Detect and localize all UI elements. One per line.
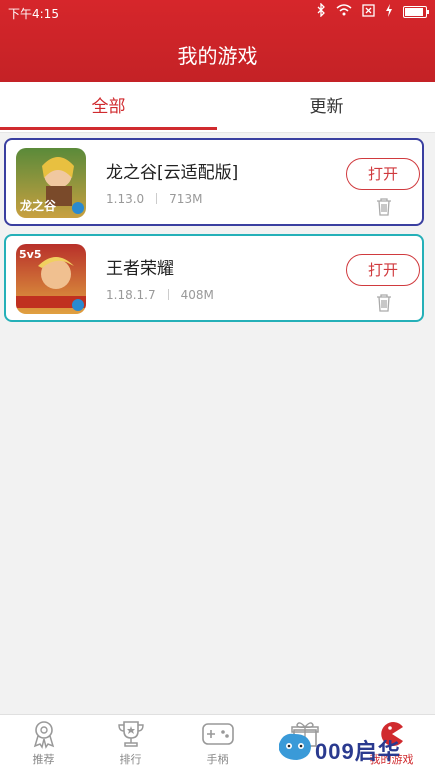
medal-icon [33,721,54,749]
honor-of-kings-game-icon[interactable]: 5v5 [16,244,86,314]
meta-divider [167,289,169,300]
charging-icon [385,3,393,21]
game-name: 王者荣耀 [106,259,174,279]
nav-gamepad[interactable]: 手柄 [174,719,261,774]
app-header: 下午4:15 我的游戏 [0,0,435,82]
watermark-emblem [279,733,311,760]
status-bar: 下午4:15 [0,0,435,24]
open-button[interactable]: 打开 [346,254,420,286]
battery-level [405,8,423,16]
game-version: 1.13.0 [106,192,145,206]
gamepad-icon [201,723,234,745]
active-tab-indicator [0,127,217,130]
nav-label: 排行 [119,753,142,766]
tab-bar: 全部 更新 [0,82,435,133]
trophy-icon [117,721,144,747]
dragon-nest-game-icon[interactable]: 龙之谷 [16,148,86,218]
nav-label: 手柄 [206,753,229,766]
game-meta: 1.13.0 713M [106,192,202,206]
game-card[interactable]: 龙之谷 龙之谷[云适配版] 1.13.0 713M 打开 [4,138,424,226]
bluetooth-icon [316,2,326,21]
tab-all[interactable]: 全部 [0,82,217,132]
nav-recommend[interactable]: 推荐 [0,719,87,774]
no-sim-icon [362,3,375,21]
svg-text:5v5: 5v5 [19,248,41,261]
trash-icon[interactable] [376,198,392,216]
tab-updates[interactable]: 更新 [218,82,435,132]
wifi-icon [336,4,352,20]
battery-icon [403,6,429,18]
game-size: 713M [169,192,203,206]
status-time: 下午4:15 [8,7,59,21]
game-version: 1.18.1.7 [106,288,156,302]
nav-ranking[interactable]: 排行 [87,719,174,774]
game-card[interactable]: 5v5 王者荣耀 1.18.1.7 408M 打开 [4,234,424,322]
watermark-logo: 009启华 [275,728,435,773]
game-size: 408M [180,288,214,302]
trash-icon[interactable] [376,294,392,312]
status-icons [316,2,429,21]
watermark-text: 009启华 [315,739,401,764]
page-title: 我的游戏 [177,44,258,68]
meta-divider [156,193,158,204]
open-button[interactable]: 打开 [346,158,420,190]
game-name: 龙之谷[云适配版] [106,163,239,183]
svg-text:龙之谷: 龙之谷 [20,198,57,213]
game-meta: 1.18.1.7 408M [106,288,214,302]
nav-label: 推荐 [32,753,55,766]
